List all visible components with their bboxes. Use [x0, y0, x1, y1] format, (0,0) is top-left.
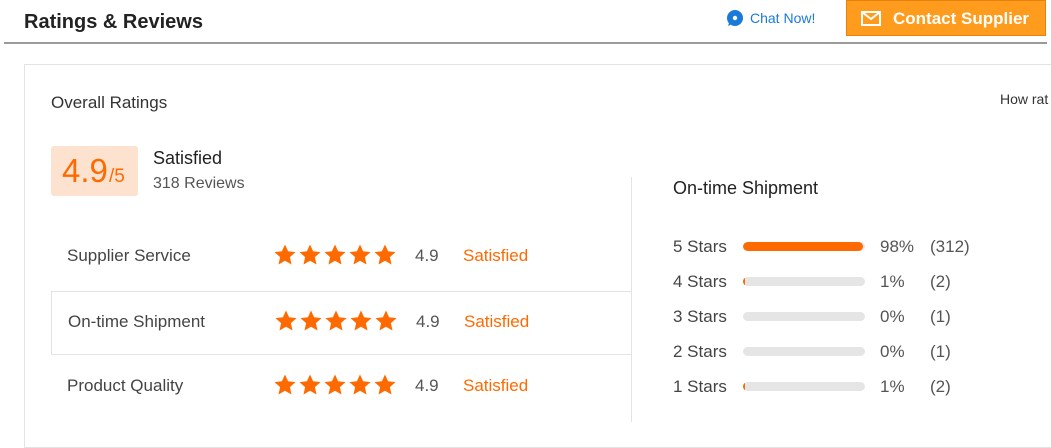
distribution-bar-track — [743, 382, 865, 391]
distribution-bar-track — [743, 277, 865, 286]
category-label: Product Quality — [67, 376, 184, 395]
category-satisfaction: Satisfied — [463, 376, 529, 395]
distribution-label: 4 Stars — [673, 272, 727, 291]
category-satisfaction: Satisfied — [463, 246, 529, 265]
distribution-bar-fill — [743, 277, 746, 286]
distribution-count: (1) — [930, 307, 951, 326]
header-divider — [4, 42, 1047, 44]
envelope-icon — [861, 11, 881, 26]
distribution-row-4-stars: 4 Stars 1% (2) — [673, 270, 993, 292]
reviews-count: 318 Reviews — [153, 175, 245, 192]
section-header: Ratings & Reviews Chat Now! Contact Supp… — [0, 0, 1051, 44]
column-divider — [631, 177, 632, 422]
distribution-bar-track — [743, 347, 865, 356]
distribution-bar-fill — [743, 242, 863, 251]
distribution-percent: 1% — [880, 377, 905, 396]
category-row-supplier-service: Supplier Service 4.9 Satisfied — [51, 226, 632, 290]
distribution-label: 5 Stars — [673, 237, 727, 256]
distribution-count: (312) — [930, 237, 970, 256]
star-rating — [273, 243, 398, 267]
category-row-product-quality: Product Quality 4.9 Satisfied — [51, 356, 632, 420]
distribution-percent: 1% — [880, 272, 905, 291]
star-icon — [375, 310, 397, 331]
category-row-on-time-shipment[interactable]: On-time Shipment 4.9 Satisfied — [51, 291, 632, 355]
distribution-percent: 98% — [880, 237, 915, 256]
star-icon — [324, 244, 346, 265]
contact-supplier-button[interactable]: Contact Supplier — [846, 0, 1046, 36]
chat-now-link[interactable]: Chat Now! — [726, 9, 815, 27]
category-score: 4.9 — [415, 376, 439, 395]
star-icon — [299, 244, 321, 265]
star-icon — [325, 310, 347, 331]
chat-now-label: Chat Now! — [750, 10, 816, 26]
category-satisfaction: Satisfied — [464, 312, 530, 331]
section-title: Ratings & Reviews — [24, 11, 203, 33]
distribution-bar-track — [743, 312, 865, 321]
star-icon — [374, 374, 396, 395]
star-icon — [300, 310, 322, 331]
star-rating — [274, 309, 399, 333]
star-icon — [274, 374, 296, 395]
overall-ratings-title: Overall Ratings — [51, 93, 168, 112]
overall-score-badge: 4.9 /5 — [51, 146, 138, 196]
distribution-label: 3 Stars — [673, 307, 727, 326]
star-icon — [274, 244, 296, 265]
distribution-percent: 0% — [880, 307, 905, 326]
star-icon — [299, 374, 321, 395]
star-icon — [324, 374, 346, 395]
category-score: 4.9 — [416, 312, 440, 331]
distribution-label: 1 Stars — [673, 377, 727, 396]
distribution-row-5-stars: 5 Stars 98% (312) — [673, 235, 993, 257]
distribution-row-2-stars: 2 Stars 0% (1) — [673, 340, 993, 362]
category-score: 4.9 — [415, 246, 439, 265]
distribution-count: (2) — [930, 377, 951, 396]
distribution-bar-fill — [743, 382, 746, 391]
distribution-title: On-time Shipment — [673, 178, 819, 198]
star-icon — [349, 374, 371, 395]
distribution-row-3-stars: 3 Stars 0% (1) — [673, 305, 993, 327]
contact-supplier-label: Contact Supplier — [893, 9, 1030, 28]
distribution-count: (2) — [930, 272, 951, 291]
distribution-percent: 0% — [880, 342, 905, 361]
distribution-label: 2 Stars — [673, 342, 727, 361]
ratings-panel: Overall Ratings How rat 4.9 /5 Satisfied… — [24, 64, 1051, 448]
overall-score-max: /5 — [109, 166, 125, 187]
star-icon — [350, 310, 372, 331]
chat-bubble-icon — [727, 10, 743, 26]
category-label: On-time Shipment — [68, 312, 205, 331]
distribution-row-1-stars: 1 Stars 1% (2) — [673, 375, 993, 397]
distribution-count: (1) — [930, 342, 951, 361]
distribution-bar-track — [743, 242, 865, 251]
star-icon — [275, 310, 297, 331]
star-icon — [349, 244, 371, 265]
overall-score: 4.9 — [62, 152, 108, 189]
overall-satisfaction: Satisfied — [153, 148, 223, 168]
star-rating — [273, 373, 398, 397]
category-label: Supplier Service — [67, 246, 191, 265]
star-icon — [374, 244, 396, 265]
how-rated-link[interactable]: How rat — [1000, 91, 1048, 107]
